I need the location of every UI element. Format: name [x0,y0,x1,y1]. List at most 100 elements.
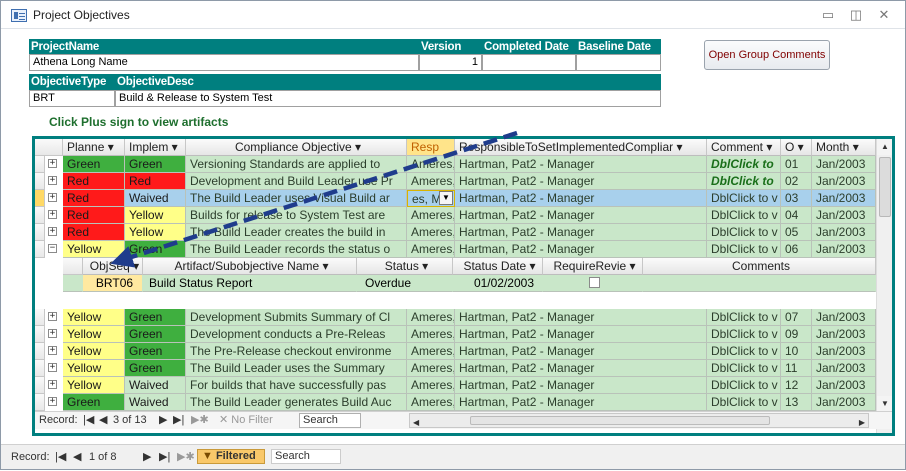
cell-responsible[interactable]: Hartman, Pat2 - Manager [455,360,707,377]
main-next-record-icon[interactable]: ▶ [143,449,151,466]
cell-resp[interactable]: Ameres, [407,360,455,377]
sub-cell-status[interactable]: Overdue [357,275,453,292]
cell-comment[interactable]: DblClick to v [707,224,781,241]
row-selector[interactable] [35,224,45,241]
cell-planned[interactable]: Yellow [63,360,125,377]
column-header-compliance-objective[interactable]: Compliance Objective ▾ [186,139,407,156]
cell-resp[interactable]: Ameres, [407,377,455,394]
expand-icon[interactable]: + [48,227,57,236]
expand-icon[interactable]: + [48,329,57,338]
table-row[interactable]: + Yellow Green The Pre-Release checkout env… [35,343,892,360]
cell-comment[interactable]: DblClick to [707,173,781,190]
expand-icon[interactable]: + [48,210,57,219]
row-selector[interactable] [35,173,45,190]
cell-planned[interactable]: Yellow [63,241,125,258]
table-row[interactable]: + Green Green Versioning Standards are appl… [35,156,892,173]
cell-resp[interactable]: Ameres, [407,173,455,190]
cell-month[interactable]: Jan/2003 [812,360,876,377]
cell-resp[interactable]: Ameres, [407,326,455,343]
cell-comment[interactable]: DblClick to v [707,394,781,411]
objective-type-field[interactable]: BRT [29,90,115,107]
table-row[interactable]: + Red Waived The Build Leader uses Visual B… [35,190,892,207]
cell-implemented[interactable]: Green [125,309,186,326]
scroll-thumb[interactable] [879,157,891,217]
column-header-comment[interactable]: Comment ▾ [707,139,781,156]
row-selector[interactable] [35,343,45,360]
cell-resp[interactable]: Ameres, [407,343,455,360]
last-record-icon[interactable]: ▶| [173,412,184,429]
cell-comment[interactable]: DblClick to [707,156,781,173]
cell-month[interactable]: Jan/2003 [812,224,876,241]
cell-resp[interactable]: Ameres, [407,241,455,258]
expand-icon[interactable]: + [48,380,57,389]
cell-planned[interactable]: Red [63,173,125,190]
cell-compliance-objective[interactable]: Development and Build Leader use Pr [186,173,407,190]
prev-record-icon[interactable]: ◀ [99,412,107,429]
column-header-responsible[interactable]: ResponsibleToSetImplementedCompliar ▾ [455,139,707,156]
expand-icon[interactable]: + [48,397,57,406]
cell-compliance-objective[interactable]: The Pre-Release checkout environme [186,343,407,360]
expand-icon[interactable]: + [48,176,57,185]
open-group-comments-button[interactable]: Open Group Comments [704,40,830,70]
cell-planned[interactable]: Yellow [63,326,125,343]
row-selector[interactable] [35,394,45,411]
cell-implemented[interactable]: Yellow [125,207,186,224]
cell-order[interactable]: 01 [781,156,812,173]
filtered-button[interactable]: ▼ Filtered [197,449,265,464]
scroll-down-icon[interactable]: ▼ [877,396,892,412]
cell-order[interactable]: 12 [781,377,812,394]
cell-month[interactable]: Jan/2003 [812,394,876,411]
column-header-month[interactable]: Month ▾ [812,139,876,156]
cell-order[interactable]: 10 [781,343,812,360]
minimize-icon[interactable]: ▭ [819,7,837,23]
version-field[interactable]: 1 [419,54,482,71]
cell-implemented[interactable]: Red [125,173,186,190]
cell-month[interactable]: Jan/2003 [812,190,876,207]
column-header-implemented[interactable]: Implem ▾ [125,139,186,156]
baseline-date-field[interactable] [576,54,661,71]
cell-comment[interactable]: DblClick to v [707,377,781,394]
table-row[interactable]: + Yellow Green Development conducts a Pre-R… [35,326,892,343]
cell-implemented[interactable]: Green [125,241,186,258]
cell-order[interactable]: 07 [781,309,812,326]
cell-implemented[interactable]: Waived [125,190,186,207]
cell-order[interactable]: 05 [781,224,812,241]
cell-implemented[interactable]: Green [125,360,186,377]
table-row[interactable]: − Yellow Green The Build Leader records the… [35,241,892,258]
cell-implemented[interactable]: Green [125,326,186,343]
expand-icon[interactable]: + [48,193,57,202]
cell-resp[interactable]: Ameres, [407,224,455,241]
cell-responsible[interactable]: Hartman, Pat2 - Manager [455,190,707,207]
expand-icon[interactable]: + [48,363,57,372]
table-row[interactable]: + Red Red Development and Build Leader use … [35,173,892,190]
cell-planned[interactable]: Red [63,190,125,207]
table-row[interactable]: + Red Yellow The Build Leader creates the b… [35,224,892,241]
table-row[interactable]: + Yellow Green The Build Leader uses the Su… [35,360,892,377]
table-row[interactable]: + Yellow Waived For builds that have succes… [35,377,892,394]
no-filter-button[interactable]: ✕ No Filter [219,412,273,429]
main-new-record-icon[interactable]: ▶✱ [177,449,195,466]
cell-responsible[interactable]: Hartman, Pat2 - Manager [455,207,707,224]
cell-month[interactable]: Jan/2003 [812,309,876,326]
row-selector[interactable] [35,360,45,377]
expand-icon[interactable]: + [48,346,57,355]
mainnav-search-input[interactable]: Search [271,449,341,464]
table-row[interactable]: + Red Yellow Builds for release to System T… [35,207,892,224]
cell-comment[interactable]: DblClick to v [707,241,781,258]
mainnav-position[interactable]: 1 of 8 [85,450,131,465]
cell-month[interactable]: Jan/2003 [812,241,876,258]
sub-cell-status-date[interactable]: 01/02/2003 [453,275,543,292]
row-selector[interactable] [35,377,45,394]
cell-order[interactable]: 11 [781,360,812,377]
cell-order[interactable]: 13 [781,394,812,411]
close-icon[interactable]: ✕ [875,7,893,23]
cell-responsible[interactable]: Hartman, Pat2 - Manager [455,241,707,258]
cell-order[interactable]: 04 [781,207,812,224]
cell-compliance-objective[interactable]: Versioning Standards are applied to [186,156,407,173]
project-name-field[interactable]: Athena Long Name [29,54,419,71]
row-selector[interactable] [35,207,45,224]
select-all-corner[interactable] [35,139,63,156]
cell-compliance-objective[interactable]: The Build Leader generates Build Auc [186,394,407,411]
cell-implemented[interactable]: Green [125,343,186,360]
cell-resp[interactable]: Ameres, [407,309,455,326]
